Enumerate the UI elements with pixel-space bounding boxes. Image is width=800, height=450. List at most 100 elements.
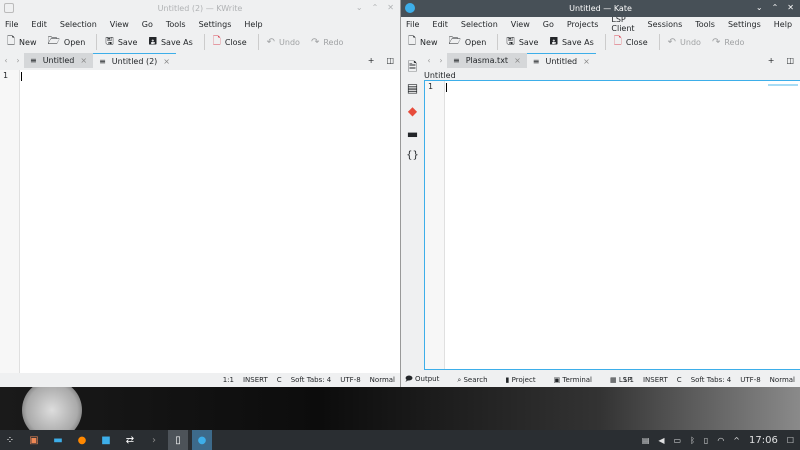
firefox-icon[interactable]: ●	[72, 430, 92, 450]
app-launcher-icon[interactable]: ⁘	[0, 430, 20, 450]
menu-settings[interactable]: Settings	[728, 20, 761, 29]
konsole-icon[interactable]: ›	[144, 430, 164, 450]
undo-button[interactable]: ↶ Undo	[267, 37, 300, 48]
encoding[interactable]: UTF-8	[740, 376, 760, 384]
menu-tools[interactable]: Tools	[695, 20, 715, 29]
syntax-mode[interactable]: C	[277, 376, 282, 384]
volume-icon[interactable]: ◀	[658, 436, 664, 445]
kwrite-titlebar[interactable]: Untitled (2) — KWrite ⌄ ⌃ ✕	[0, 0, 400, 17]
encoding[interactable]: UTF-8	[340, 376, 360, 384]
terminal-tab[interactable]: ▣ Terminal	[554, 376, 601, 384]
tab-untitled[interactable]: ≡ Untitled ×	[24, 53, 94, 68]
menu-tools[interactable]: Tools	[166, 20, 186, 29]
insert-mode[interactable]: INSERT	[643, 376, 668, 384]
menu-settings[interactable]: Settings	[199, 20, 232, 29]
minimize-icon[interactable]: ⌄	[356, 3, 363, 12]
save-button[interactable]: 🖫 Save	[105, 34, 137, 51]
save-button[interactable]: 🖫 Save	[506, 34, 538, 51]
close-window-icon[interactable]: ✕	[787, 3, 794, 12]
menu-view[interactable]: View	[511, 20, 530, 29]
doc-icon: ≡	[99, 56, 106, 66]
cursor-position[interactable]: 1:1	[223, 376, 234, 384]
close-button[interactable]: 🗋 Close	[614, 34, 648, 51]
tray-expand-icon[interactable]: ^	[733, 436, 740, 445]
maximize-icon[interactable]: ⌃	[372, 3, 379, 12]
syntax-mode[interactable]: C	[677, 376, 682, 384]
save-as-button[interactable]: 🖪 Save As	[549, 34, 593, 51]
open-button[interactable]: 🗁 Open	[449, 34, 487, 51]
kate-titlebar[interactable]: Untitled — Kate ⌄ ⌃ ✕	[401, 0, 800, 17]
indent-setting[interactable]: Soft Tabs: 4	[691, 376, 732, 384]
undo-button[interactable]: ↶ Undo	[668, 37, 701, 48]
new-tab-icon[interactable]: +	[368, 56, 375, 65]
save-as-button[interactable]: 🖪 Save As	[148, 34, 192, 51]
search-tab[interactable]: ⌕ Search	[457, 376, 496, 385]
tab-untitled[interactable]: ≡ Untitled ×	[526, 53, 596, 68]
store-icon[interactable]: ■	[96, 430, 116, 450]
menu-view[interactable]: View	[110, 20, 129, 29]
input-mode[interactable]: Normal	[370, 376, 395, 384]
filesystem-browser-icon[interactable]: ▤	[404, 81, 421, 104]
menu-go[interactable]: Go	[543, 20, 554, 29]
wifi-icon[interactable]: ◠	[717, 436, 724, 445]
menu-file[interactable]: File	[406, 20, 419, 29]
clipboard-icon[interactable]: ▤	[642, 436, 650, 445]
indent-setting[interactable]: Soft Tabs: 4	[291, 376, 332, 384]
project-tab[interactable]: ▮ Project	[506, 376, 545, 384]
menu-projects[interactable]: Projects	[567, 20, 599, 29]
documents-icon[interactable]: 🗎	[404, 58, 421, 81]
menu-help[interactable]: Help	[244, 20, 262, 29]
tab-next-icon[interactable]: ›	[435, 53, 447, 68]
menu-file[interactable]: File	[5, 20, 18, 29]
tab-prev-icon[interactable]: ‹	[0, 53, 12, 68]
tab-prev-icon[interactable]: ‹	[423, 53, 435, 68]
output-tab[interactable]: 🗩 Output	[405, 375, 448, 386]
menu-selection[interactable]: Selection	[461, 20, 498, 29]
kwrite-task-icon[interactable]: ▯	[168, 430, 188, 450]
clock[interactable]: 17:06	[749, 435, 778, 446]
tab-untitled-2[interactable]: ≡ Untitled (2) ×	[93, 53, 176, 68]
show-desktop-icon[interactable]: ☐	[787, 436, 794, 445]
redo-label: Redo	[323, 37, 344, 47]
insert-mode[interactable]: INSERT	[243, 376, 268, 384]
symbols-icon[interactable]: {}	[404, 150, 421, 173]
battery-icon[interactable]: ▭	[674, 436, 682, 445]
close-button[interactable]: 🗋 Close	[213, 34, 247, 51]
split-view-icon[interactable]: ◫	[786, 56, 794, 65]
cursor-position[interactable]: 1:1	[623, 376, 634, 384]
git-icon[interactable]: ◆	[404, 104, 421, 127]
split-view-icon[interactable]: ◫	[386, 56, 394, 65]
menu-sessions[interactable]: Sessions	[648, 20, 683, 29]
projects-folder-icon[interactable]: ▬	[404, 127, 421, 150]
menu-edit[interactable]: Edit	[31, 20, 47, 29]
menu-edit[interactable]: Edit	[432, 20, 448, 29]
text-editor[interactable]: 1	[0, 70, 400, 373]
redo-button[interactable]: ↷ Redo	[311, 37, 343, 48]
dolphin-icon[interactable]: ▬	[48, 430, 68, 450]
settings-icon[interactable]: ⇄	[120, 430, 140, 450]
usb-icon[interactable]: ▯	[704, 436, 708, 445]
menu-go[interactable]: Go	[142, 20, 153, 29]
tab-close-icon[interactable]: ×	[163, 57, 170, 66]
menu-help[interactable]: Help	[774, 20, 792, 29]
new-button[interactable]: 🗋 New	[408, 34, 438, 51]
maximize-icon[interactable]: ⌃	[772, 3, 779, 12]
menu-selection[interactable]: Selection	[60, 20, 97, 29]
redo-button[interactable]: ↷ Redo	[712, 37, 744, 48]
tab-next-icon[interactable]: ›	[12, 53, 24, 68]
kate-task-icon[interactable]: ●	[192, 430, 212, 450]
close-window-icon[interactable]: ✕	[387, 3, 394, 12]
tab-close-icon[interactable]: ×	[514, 56, 521, 65]
discover-icon[interactable]: ▣	[24, 430, 44, 450]
tab-plasma-txt[interactable]: ≡ Plasma.txt ×	[447, 53, 527, 68]
input-mode[interactable]: Normal	[770, 376, 795, 384]
open-button[interactable]: 🗁 Open	[48, 34, 86, 51]
tab-close-icon[interactable]: ×	[583, 57, 590, 66]
new-tab-icon[interactable]: +	[768, 56, 775, 65]
text-editor[interactable]: 1	[424, 80, 800, 370]
minimize-icon[interactable]: ⌄	[756, 3, 763, 12]
menu-lsp-client[interactable]: LSP Client	[611, 15, 634, 33]
new-button[interactable]: 🗋 New	[7, 34, 37, 51]
bluetooth-icon[interactable]: ᛒ	[690, 436, 695, 445]
tab-close-icon[interactable]: ×	[80, 56, 87, 65]
